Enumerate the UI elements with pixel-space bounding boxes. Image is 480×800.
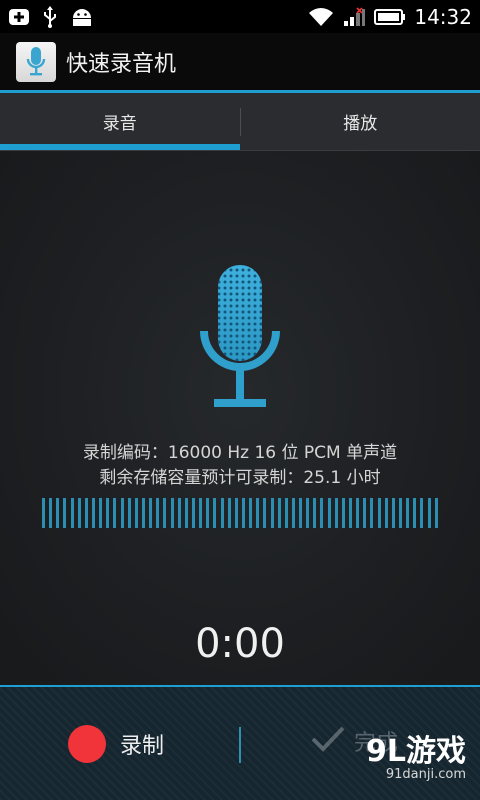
microphone-icon	[198, 261, 282, 417]
usb-icon	[42, 5, 58, 28]
level-bar	[91, 498, 95, 528]
wifi-icon	[308, 7, 334, 27]
level-bar	[349, 498, 353, 528]
level-bar	[284, 498, 288, 528]
level-bar	[191, 498, 195, 528]
signal-icon	[342, 6, 366, 27]
level-bar	[56, 498, 60, 528]
level-bar	[399, 498, 403, 528]
level-bar	[270, 498, 274, 528]
level-bar	[213, 498, 217, 528]
level-meter	[42, 498, 438, 528]
level-bar	[313, 498, 317, 528]
level-bar	[156, 498, 160, 528]
level-bar	[206, 498, 210, 528]
level-bar	[184, 498, 188, 528]
level-bar	[327, 498, 331, 528]
level-bar	[391, 498, 395, 528]
level-bar	[134, 498, 138, 528]
level-bar	[299, 498, 303, 528]
level-bar	[99, 498, 103, 528]
level-bar	[227, 498, 231, 528]
battery-icon	[374, 8, 406, 26]
level-bar	[141, 498, 145, 528]
level-bar	[234, 498, 238, 528]
level-bar	[420, 498, 424, 528]
record-dot-icon	[68, 725, 106, 763]
level-bar	[106, 498, 110, 528]
level-bar	[356, 498, 360, 528]
level-bar	[120, 498, 124, 528]
record-label: 录制	[120, 734, 165, 759]
add-box-icon	[8, 8, 30, 26]
level-bar	[84, 498, 88, 528]
level-bar	[49, 498, 53, 528]
level-bar	[377, 498, 381, 528]
level-bar	[241, 498, 245, 528]
clock: 14:32	[414, 4, 472, 29]
level-bar	[42, 498, 45, 528]
level-bar	[363, 498, 367, 528]
level-bar	[63, 498, 67, 528]
watermark-site: 91danji.com	[385, 767, 466, 782]
tab-playback[interactable]: 播放	[241, 93, 480, 150]
checkmark-icon	[310, 725, 346, 757]
bottom-bar: 录制 完成 9L游戏 91danji.com	[0, 685, 480, 800]
action-bar: 快速录音机	[0, 33, 480, 90]
level-bar	[220, 498, 224, 528]
level-bar	[249, 498, 253, 528]
tab-bar: 录音 播放	[0, 93, 480, 151]
elapsed-timer: 0:00	[195, 621, 285, 667]
level-bar	[341, 498, 345, 528]
level-bar	[291, 498, 295, 528]
level-bar	[177, 498, 181, 528]
level-bar	[384, 498, 388, 528]
level-bar	[70, 498, 74, 528]
level-bar	[199, 498, 203, 528]
level-bar	[149, 498, 153, 528]
level-bar	[170, 498, 174, 528]
level-bar	[320, 498, 324, 528]
level-bar	[77, 498, 81, 528]
level-bar	[434, 498, 438, 528]
tab-record[interactable]: 录音	[0, 93, 240, 150]
level-bar	[306, 498, 310, 528]
level-bar	[113, 498, 117, 528]
level-bar	[334, 498, 338, 528]
level-bar	[263, 498, 267, 528]
encoding-text: 录制编码：16000 Hz 16 位 PCM 单声道	[82, 443, 398, 463]
capacity-text: 剩余存储容量预计可录制：25.1 小时	[99, 468, 381, 488]
level-bar	[127, 498, 131, 528]
level-bar	[277, 498, 281, 528]
recording-info: 录制编码：16000 Hz 16 位 PCM 单声道 剩余存储容量预计可录制：2…	[0, 441, 480, 491]
level-bar	[370, 498, 374, 528]
watermark: 9L游戏 91danji.com	[366, 737, 466, 783]
level-bar	[256, 498, 260, 528]
recorder-panel: 录制编码：16000 Hz 16 位 PCM 单声道 剩余存储容量预计可录制：2…	[0, 151, 480, 685]
app-title: 快速录音机	[66, 51, 177, 77]
level-bar	[413, 498, 417, 528]
android-icon	[70, 7, 94, 27]
record-button[interactable]: 录制	[68, 725, 164, 763]
watermark-logo: 9L游戏	[366, 734, 466, 769]
bottom-separator	[239, 727, 241, 763]
level-bar	[406, 498, 410, 528]
level-bar	[163, 498, 167, 528]
level-bar	[427, 498, 431, 528]
status-bar: 14:32	[0, 0, 480, 33]
microphone-icon[interactable]	[16, 41, 56, 82]
